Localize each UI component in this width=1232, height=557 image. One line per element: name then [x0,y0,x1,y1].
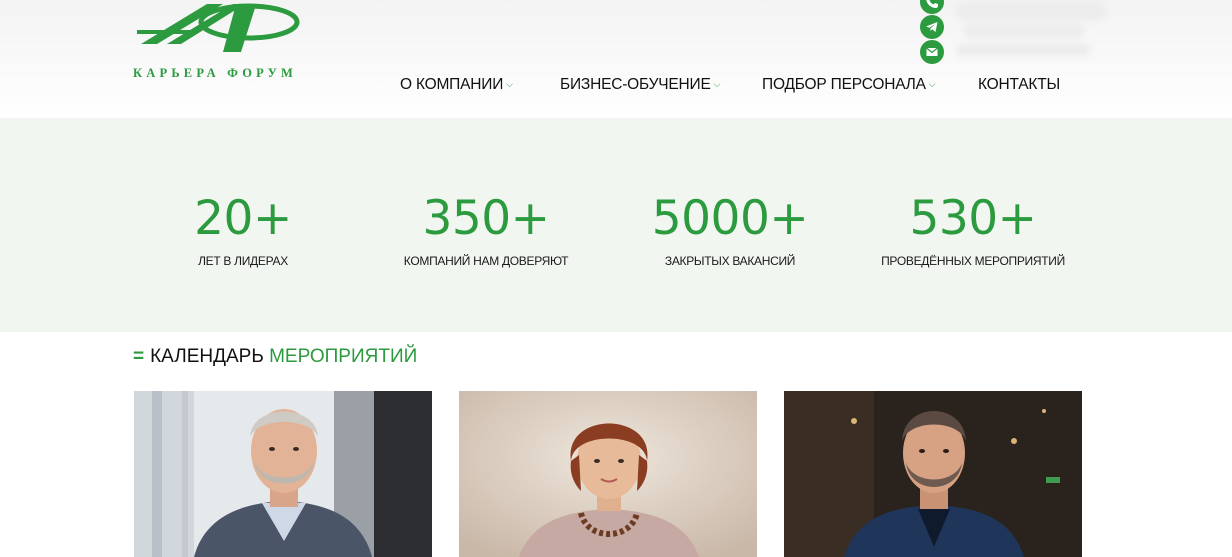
nav-item-label: КОНТАКТЫ [978,76,1061,93]
site-header: КАРЬЕРА ФОРУМ О КОМПАНИИ ⌵ БИЗНЕС-ОБУЧЕНИ… [0,0,1232,118]
blurred-phone-text [956,2,1106,20]
event-card[interactable] [784,391,1082,557]
stat-companies: 350+ КОМПАНИЙ НАМ ДОВЕРЯЮТ [366,191,606,269]
logo[interactable]: КАРЬЕРА ФОРУМ [133,0,333,82]
chevron-down-icon: ⌵ [928,79,936,89]
event-card[interactable] [134,391,432,557]
stat-label: ЗАКРЫТЫХ ВАКАНСИЙ [664,254,796,268]
nav-item-label: БИЗНЕС-ОБУЧЕНИЕ [560,76,711,93]
phone-icon[interactable] [920,0,944,14]
stat-value: 350+ [422,191,550,246]
event-card[interactable] [459,391,757,557]
nav-item-label: ПОДБОР ПЕРСОНАЛА [762,76,926,93]
nav-item-label: О КОМПАНИИ [400,76,504,93]
stat-label: ЛЕТ В ЛИДЕРАХ [198,254,288,268]
stat-label: КОМПАНИЙ НАМ ДОВЕРЯЮТ [403,254,569,268]
logo-text: КАРЬЕРА ФОРУМ [133,66,298,80]
title-green-text: МЕРОПРИЯТИЙ [269,346,418,367]
chevron-down-icon: ⌵ [713,79,721,89]
speaker-photo [134,391,432,557]
stat-value: 5000+ [651,191,809,246]
section-title-events-calendar: = КАЛЕНДАРЬ МЕРОПРИЯТИЙ [133,346,417,372]
speaker-photo [784,391,1082,557]
nav-item-about[interactable]: О КОМПАНИИ ⌵ [400,76,513,94]
stat-value: 20+ [194,191,292,246]
stat-label: ПРОВЕДЁННЫХ МЕРОПРИЯТИЙ [881,254,1065,268]
telegram-icon[interactable] [920,15,944,39]
blurred-telegram-text [964,24,1084,38]
logo-mark-icon [137,3,300,52]
nav-item-business-training[interactable]: БИЗНЕС-ОБУЧЕНИЕ ⌵ [560,76,720,94]
stat-vacancies: 5000+ ЗАКРЫТЫХ ВАКАНСИЙ [610,191,850,269]
title-dark-text: КАЛЕНДАРЬ [150,346,264,367]
stat-years: 20+ ЛЕТ В ЛИДЕРАХ [123,191,363,269]
stat-events: 530+ ПРОВЕДЁННЫХ МЕРОПРИЯТИЙ [853,191,1093,269]
contact-links [920,0,1110,64]
speaker-photo [459,391,757,557]
stat-value: 530+ [909,191,1037,246]
nav-item-recruitment[interactable]: ПОДБОР ПЕРСОНАЛА ⌵ [762,76,936,94]
email-icon[interactable] [920,40,944,64]
title-prefix-icon: = [133,346,145,367]
nav-item-contacts[interactable]: КОНТАКТЫ [978,76,1060,94]
blurred-email-text [956,44,1090,56]
chevron-down-icon: ⌵ [506,79,513,89]
stats-section: 20+ ЛЕТ В ЛИДЕРАХ 350+ КОМПАНИЙ НАМ ДОВЕ… [0,118,1232,332]
